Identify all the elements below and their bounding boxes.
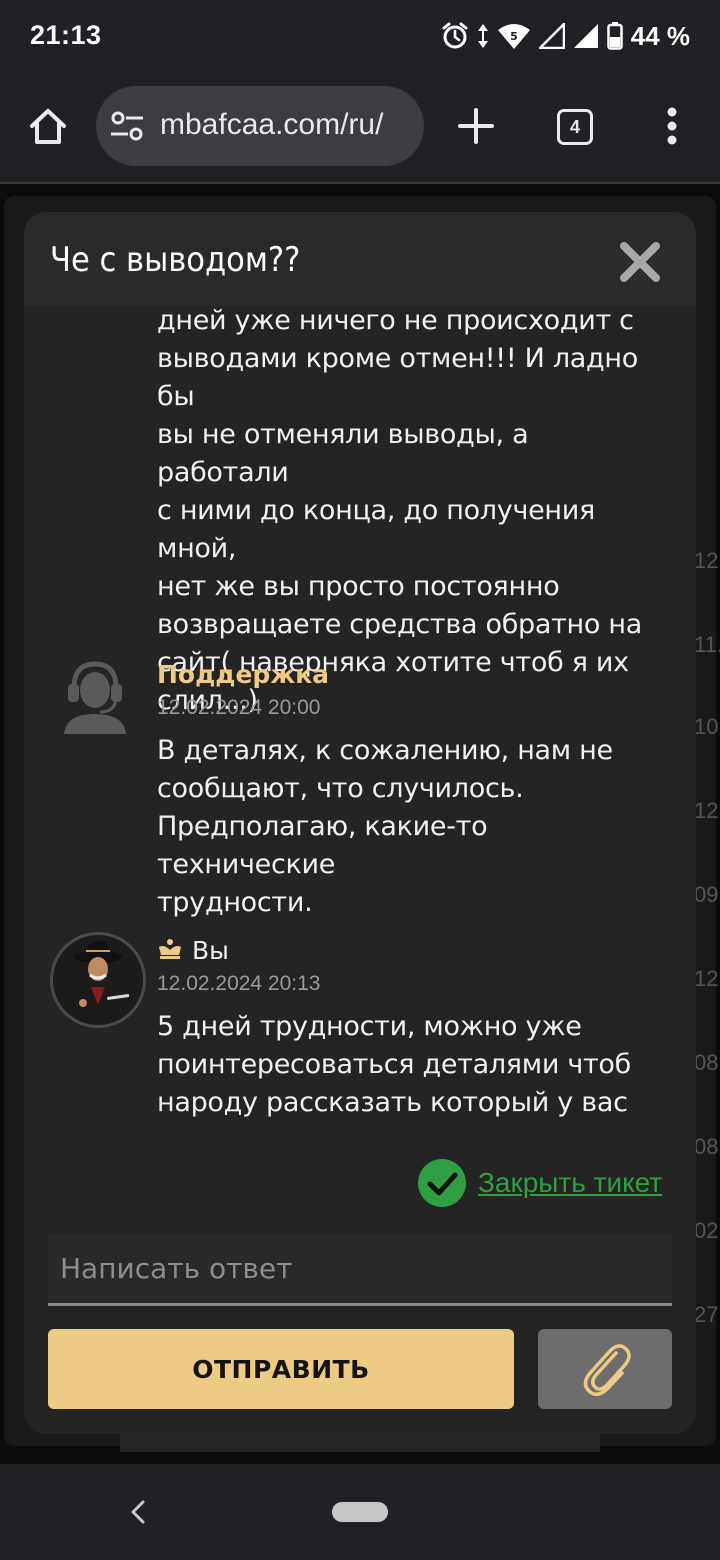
battery-percent: 44 %	[630, 20, 690, 51]
bg-date: 11.	[694, 632, 720, 657]
signal-icon	[573, 24, 598, 48]
home-pill[interactable]	[332, 1502, 388, 1522]
bg-date: 02.	[694, 1218, 720, 1243]
battery-icon	[606, 22, 623, 50]
modal-title: Че с выводом??	[50, 240, 301, 280]
new-tab-button[interactable]	[456, 106, 496, 146]
close-button[interactable]	[618, 240, 662, 284]
author-name: Вы	[192, 936, 229, 965]
message-time: 12.02.2024 20:13	[157, 972, 321, 995]
bg-date: 12.	[694, 548, 720, 573]
close-icon	[620, 242, 660, 282]
reply-input[interactable]	[48, 1234, 672, 1306]
bg-date: 12.	[694, 798, 720, 823]
alarm-icon	[442, 22, 468, 49]
send-button[interactable]: ОТПРАВИТЬ	[48, 1329, 514, 1409]
message-text: 5 дней трудности, можно уже поинтересова…	[157, 1011, 631, 1118]
tabs-button[interactable]: 4	[557, 109, 593, 145]
modal-header: Че с выводом??	[24, 212, 696, 306]
author-name: Поддержка	[157, 660, 330, 689]
close-ticket-link[interactable]: Закрыть тикет	[418, 1158, 662, 1208]
bg-date: 10.	[694, 714, 720, 739]
site-settings-icon[interactable]	[110, 110, 144, 142]
bg-date: 08.	[694, 1134, 720, 1159]
bg-date: 08.	[694, 1050, 720, 1075]
wifi-icon: 5	[497, 24, 530, 49]
paperclip-icon	[583, 1344, 631, 1397]
home-button[interactable]	[24, 102, 72, 150]
attach-button[interactable]	[538, 1329, 672, 1409]
send-button-label: ОТПРАВИТЬ	[192, 1354, 370, 1384]
address-bar[interactable]: mbafcaa.com/ru/	[96, 86, 424, 166]
plus-icon	[458, 108, 494, 144]
home-icon	[30, 109, 66, 144]
back-icon[interactable]	[124, 1496, 152, 1528]
message-text: дней уже ничего не происходит с выводами…	[157, 306, 643, 716]
url-text[interactable]: mbafcaa.com/ru/	[160, 108, 383, 142]
chat-history[interactable]: дней уже ничего не происходит с выводами…	[24, 306, 696, 1166]
status-icons: 5 44 %	[441, 20, 690, 52]
more-vert-icon	[667, 107, 677, 145]
support-agent-icon	[64, 661, 126, 734]
message-text: В деталях, к сожалению, нам не сообщают,…	[157, 735, 613, 918]
browser-menu-button[interactable]	[660, 102, 684, 150]
status-bar: 21:13 5 44 %	[0, 0, 720, 72]
check-icon	[418, 1159, 466, 1207]
ticket-modal: Че с выводом?? дней уже ничего не происх…	[24, 212, 696, 1434]
system-nav-bar	[0, 1464, 720, 1560]
cowboy-avatar-image	[74, 941, 130, 1021]
user-avatar	[50, 932, 146, 1028]
crown-icon	[159, 939, 181, 959]
data-arrows-icon	[477, 24, 488, 48]
wifi-badge: 5	[510, 30, 518, 43]
signal-icon	[538, 23, 565, 49]
bg-date: 27.	[694, 1302, 720, 1327]
bg-date: 12.	[694, 966, 720, 991]
bg-date: 09.	[694, 882, 720, 907]
close-ticket-label[interactable]: Закрыть тикет	[478, 1167, 662, 1199]
status-time: 21:13	[30, 20, 102, 50]
message-time: 12.02.2024 20:00	[157, 696, 321, 719]
tabs-count: 4	[569, 116, 580, 137]
browser-toolbar: mbafcaa.com/ru/ 4	[0, 72, 720, 182]
